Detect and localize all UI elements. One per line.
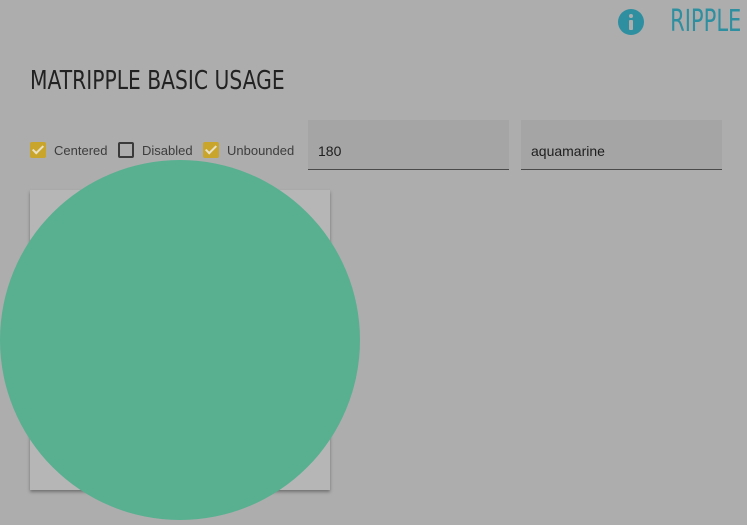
info-icon[interactable]: [617, 9, 644, 35]
radius-field[interactable]: [308, 120, 509, 170]
checkbox-unchecked-icon[interactable]: [118, 142, 134, 158]
checkbox-checked-icon[interactable]: [203, 142, 219, 158]
radius-input[interactable]: [318, 143, 499, 159]
color-input[interactable]: [531, 143, 712, 159]
unbounded-label: Unbounded: [227, 142, 295, 158]
centered-checkbox[interactable]: Centered: [30, 142, 107, 158]
color-field[interactable]: [521, 120, 722, 170]
disabled-label: Disabled: [142, 142, 193, 158]
page-title: MATRIPPLE BASIC USAGE: [30, 66, 285, 96]
ripple-badge[interactable]: RIPPLE: [617, 4, 741, 40]
checkbox-checked-icon[interactable]: [30, 142, 46, 158]
disabled-checkbox[interactable]: Disabled: [118, 142, 193, 158]
centered-label: Centered: [54, 142, 108, 158]
unbounded-checkbox[interactable]: Unbounded: [203, 142, 294, 158]
info-icon-bar: [628, 20, 633, 30]
badge-label: RIPPLE: [669, 4, 741, 39]
info-icon-dot: [628, 14, 633, 18]
ripple-container[interactable]: [30, 190, 330, 490]
